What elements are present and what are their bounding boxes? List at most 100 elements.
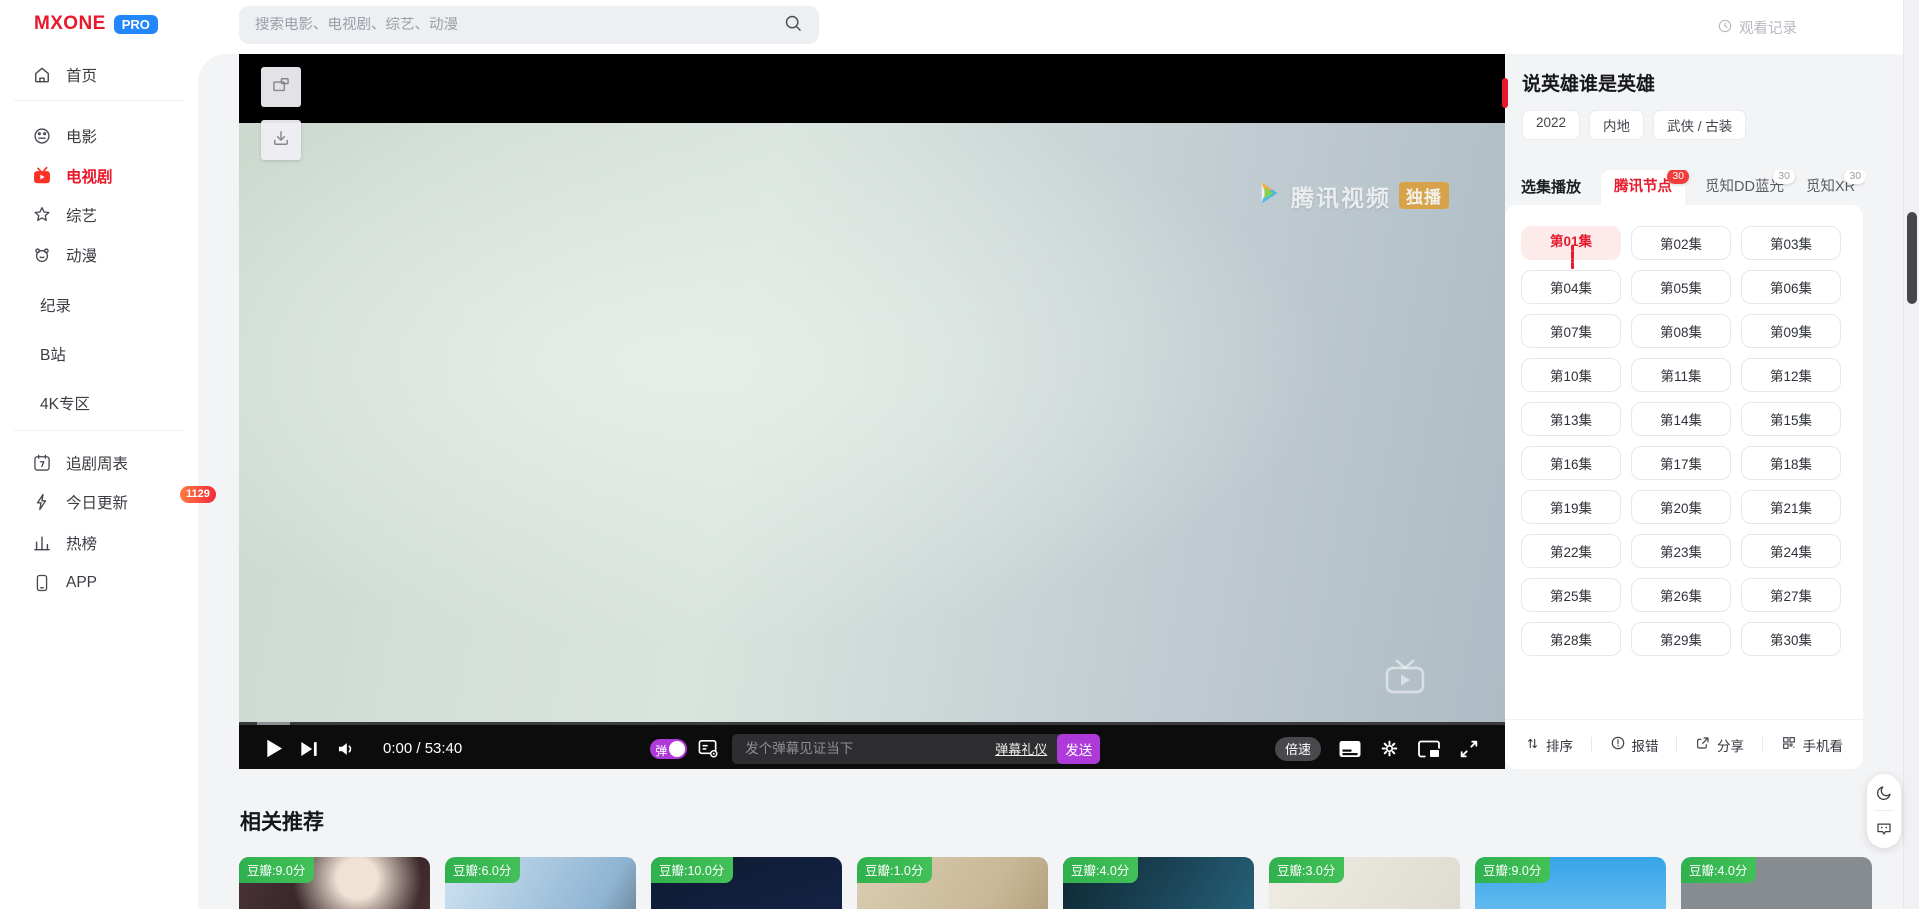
episode-button[interactable]: 第12集	[1741, 358, 1841, 392]
recommendation-card[interactable]: 豆瓣:9.0分	[239, 857, 430, 909]
episode-button[interactable]: 第02集	[1631, 226, 1731, 260]
episode-button[interactable]: 第25集	[1521, 578, 1621, 612]
episode-button[interactable]: 第29集	[1631, 622, 1731, 656]
episode-button[interactable]: 第20集	[1631, 490, 1731, 524]
episode-button[interactable]: 第27集	[1741, 578, 1841, 612]
episode-button[interactable]: 第01集	[1521, 226, 1621, 260]
episode-button[interactable]: 第14集	[1631, 402, 1731, 436]
episode-button[interactable]: 第06集	[1741, 270, 1841, 304]
sidebar-item-documentary[interactable]: 纪录	[0, 283, 198, 327]
popup-window-button[interactable]	[261, 67, 301, 107]
recommendation-card[interactable]: 豆瓣:9.0分	[1475, 857, 1666, 909]
tag-region[interactable]: 内地	[1589, 110, 1644, 140]
download-button[interactable]	[261, 120, 301, 160]
episode-button[interactable]: 第30集	[1741, 622, 1841, 656]
tab-source-xr[interactable]: 觅知XR 30	[1804, 170, 1857, 205]
watch-on-phone-button[interactable]: 手机看	[1781, 735, 1844, 755]
dark-mode-toggle[interactable]	[1875, 784, 1893, 802]
sidebar-item-label: 综艺	[66, 204, 97, 226]
sidebar-item-movies[interactable]: 电影	[0, 114, 198, 158]
next-episode-button[interactable]	[299, 740, 319, 758]
time-display: 0:00 / 53:40	[383, 740, 462, 757]
recommendation-card[interactable]: 豆瓣:4.0分	[1063, 857, 1254, 909]
recommendation-card[interactable]: 豆瓣:6.0分	[445, 857, 636, 909]
episode-button[interactable]: 第13集	[1521, 402, 1621, 436]
progress-bar[interactable]	[239, 722, 1505, 725]
recommendation-card[interactable]: 豆瓣:10.0分	[651, 857, 842, 909]
sidebar-item-variety[interactable]: 综艺	[0, 193, 198, 237]
episode-label: 第15集	[1770, 409, 1812, 429]
episode-button[interactable]: 第21集	[1741, 490, 1841, 524]
episode-button[interactable]: 第19集	[1521, 490, 1621, 524]
episode-button[interactable]: 第28集	[1521, 622, 1621, 656]
episode-button[interactable]: 第26集	[1631, 578, 1731, 612]
playback-speed-button[interactable]: 倍速	[1275, 737, 1321, 761]
send-danmaku-button[interactable]: 发送	[1057, 734, 1100, 764]
sidebar-item-4k-zone[interactable]: 4K专区	[0, 381, 198, 425]
subtitle-icon[interactable]	[1338, 739, 1362, 759]
episode-button[interactable]: 第17集	[1631, 446, 1731, 480]
danmaku-input-box[interactable]: 弹幕礼仪 发送	[732, 734, 1100, 764]
sidebar: MXONE PRO 首页 电影 电视剧 综艺 动漫 纪录 B站	[0, 0, 198, 909]
episode-label: 第02集	[1660, 233, 1702, 253]
tab-source-tencent[interactable]: 腾讯节点 30	[1601, 170, 1685, 205]
sidebar-item-schedule[interactable]: 追剧周表	[0, 441, 198, 485]
sidebar-item-bilibili[interactable]: B站	[0, 332, 198, 376]
danmaku-input[interactable]	[732, 741, 995, 756]
search-bar[interactable]	[239, 6, 819, 44]
logo[interactable]: MXONE PRO	[34, 13, 158, 35]
episode-button[interactable]: 第15集	[1741, 402, 1841, 436]
episode-button[interactable]: 第23集	[1631, 534, 1731, 568]
settings-gear-icon[interactable]	[1379, 738, 1400, 759]
episode-button[interactable]: 第08集	[1631, 314, 1731, 348]
share-button[interactable]: 分享	[1695, 735, 1744, 755]
danmaku-settings-icon[interactable]	[697, 738, 720, 759]
search-input[interactable]	[255, 17, 783, 33]
volume-button[interactable]	[335, 739, 357, 759]
tab-count-badge: 30	[1844, 170, 1865, 184]
episode-button[interactable]: 第05集	[1631, 270, 1731, 304]
episode-button[interactable]: 第04集	[1521, 270, 1621, 304]
episode-label: 第18集	[1770, 453, 1812, 473]
sidebar-item-anime[interactable]: 动漫	[0, 233, 198, 277]
sidebar-item-label: 电视剧	[66, 165, 113, 187]
scrollbar-thumb[interactable]	[1907, 212, 1917, 304]
picture-in-picture-icon[interactable]	[1417, 739, 1441, 759]
episode-button[interactable]: 第10集	[1521, 358, 1621, 392]
report-error-button[interactable]: 报错	[1610, 735, 1659, 755]
feedback-button[interactable]	[1875, 820, 1893, 838]
fullscreen-icon[interactable]	[1458, 738, 1480, 760]
play-button[interactable]	[264, 738, 283, 759]
episode-button[interactable]: 第16集	[1521, 446, 1621, 480]
search-icon[interactable]	[783, 13, 803, 38]
episode-button[interactable]: 第22集	[1521, 534, 1621, 568]
episode-label: 第07集	[1550, 321, 1592, 341]
episode-button[interactable]: 第03集	[1741, 226, 1841, 260]
danmaku-etiquette-link[interactable]: 弹幕礼仪	[995, 739, 1047, 758]
sidebar-item-tv-series[interactable]: 电视剧	[0, 154, 198, 198]
sidebar-item-home[interactable]: 首页	[0, 53, 198, 97]
sidebar-item-app[interactable]: APP	[0, 561, 198, 605]
episode-button[interactable]: 第09集	[1741, 314, 1841, 348]
episode-button[interactable]: 第18集	[1741, 446, 1841, 480]
sidebar-item-today-updates[interactable]: 今日更新 1129	[0, 480, 198, 524]
episode-button[interactable]: 第07集	[1521, 314, 1621, 348]
sidebar-item-label: B站	[40, 343, 66, 365]
episode-label: 第03集	[1770, 233, 1812, 253]
tag-year[interactable]: 2022	[1522, 110, 1580, 140]
watch-history-button[interactable]: 观看记录	[1717, 17, 1797, 38]
episode-button[interactable]: 第24集	[1741, 534, 1841, 568]
episode-button[interactable]: 第11集	[1631, 358, 1731, 392]
sort-button[interactable]: 排序	[1525, 735, 1573, 755]
douban-rating-badge: 豆瓣:9.0分	[1475, 857, 1550, 883]
scrollbar[interactable]	[1903, 0, 1919, 909]
recommendation-card[interactable]: 豆瓣:4.0分	[1681, 857, 1872, 909]
tag-genre[interactable]: 武侠 / 古装	[1653, 110, 1746, 140]
recommendation-card[interactable]: 豆瓣:1.0分	[857, 857, 1048, 909]
tab-source-dd-bluray[interactable]: 觅知DD蓝光 30	[1703, 170, 1786, 205]
danmaku-toggle[interactable]: 弹	[650, 739, 687, 759]
recommendation-card[interactable]: 豆瓣:3.0分	[1269, 857, 1460, 909]
action-divider	[1591, 737, 1592, 752]
sidebar-item-hot-rank[interactable]: 热榜	[0, 521, 198, 565]
episode-label: 第14集	[1660, 409, 1702, 429]
